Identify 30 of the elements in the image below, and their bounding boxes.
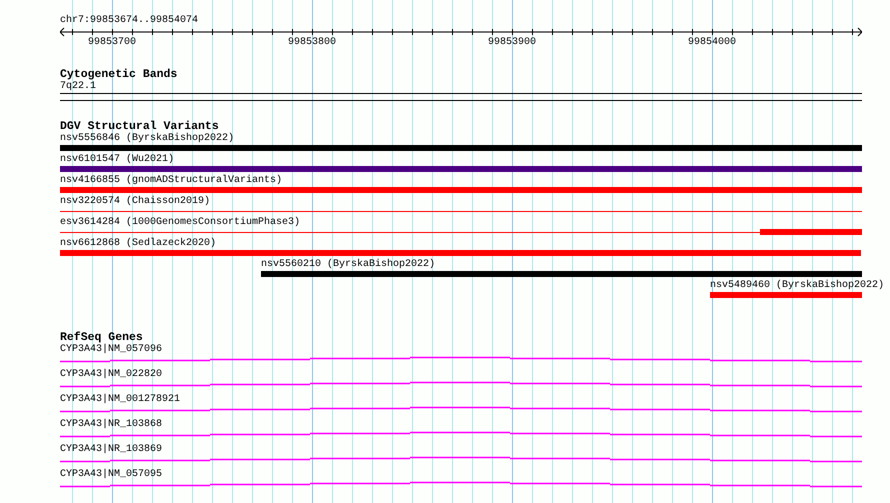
gene-line[interactable] <box>60 482 862 488</box>
variant-label: nsv6612868 (Sedlazeck2020) <box>60 238 216 250</box>
variant-label: nsv4166855 (gnomADStructuralVariants) <box>60 175 282 187</box>
gene-line[interactable] <box>60 432 862 438</box>
tick-label: 99853800 <box>288 37 336 49</box>
tick-label: 99853900 <box>488 37 536 49</box>
location-label: chr7:99853674..99854074 <box>60 15 200 27</box>
tick-label: 99854000 <box>688 37 736 49</box>
gene-line[interactable] <box>60 382 862 388</box>
variant-label: nsv5560210 (ByrskaBishop2022) <box>261 259 436 271</box>
variant-label: nsv6101547 (Wu2021) <box>60 154 174 166</box>
band-label: 7q22.1 <box>60 81 98 93</box>
track-title: Cytogenetic Bands <box>60 69 178 81</box>
variant-label: nsv5489460 (ByrskaBishop2022) <box>710 280 884 292</box>
variant-label: nsv3220574 (Chaisson2019) <box>60 196 210 208</box>
gene-line[interactable] <box>60 356 862 362</box>
gene-line[interactable] <box>60 406 862 412</box>
track-title: RefSeq Genes <box>60 332 143 344</box>
variant-label: nsv5556846 (ByrskaBishop2022) <box>60 133 234 145</box>
gene-line[interactable] <box>60 456 862 462</box>
gene-label: CYP3A43|NM_022820 <box>60 369 162 381</box>
variant-label: esv3614284 (1000GenomesConsortiumPhase3) <box>60 217 300 229</box>
track-title: DGV Structural Variants <box>60 121 219 133</box>
gene-label: CYP3A43|NM_057095 <box>60 469 162 481</box>
gene-label: CYP3A43|NM_001278921 <box>60 394 180 406</box>
tick-label: 99853700 <box>88 37 136 49</box>
gene-label: CYP3A43|NR_103868 <box>60 419 162 431</box>
gene-label: CYP3A43|NM_057096 <box>60 344 162 356</box>
gene-label: CYP3A43|NR_103869 <box>60 444 162 456</box>
variant-bar[interactable] <box>60 229 862 235</box>
